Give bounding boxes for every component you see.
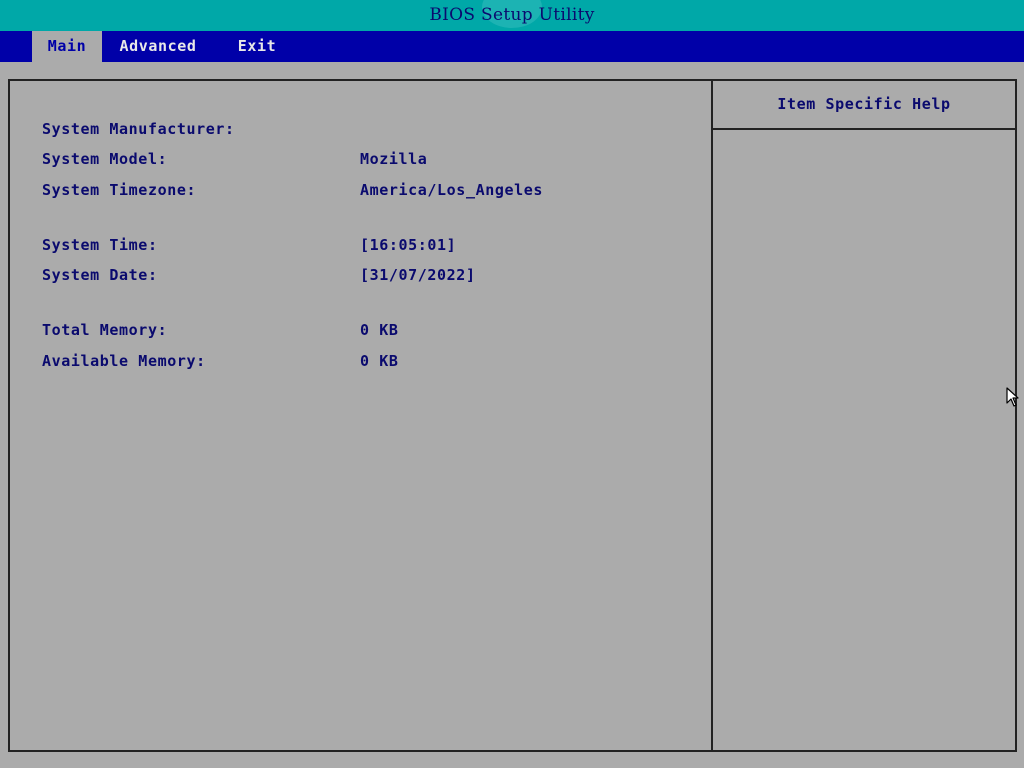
total-memory-label: Total Memory:: [42, 321, 168, 339]
tab-advanced[interactable]: Advanced: [110, 31, 206, 62]
help-panel: Item Specific Help: [711, 79, 1017, 752]
window-title: BIOS Setup Utility: [429, 5, 595, 25]
available-memory-label: Available Memory:: [42, 352, 206, 370]
system-model-label: System Model:: [42, 150, 168, 168]
available-memory-value: 0 KB: [360, 352, 399, 370]
mouse-pointer-icon: [1006, 387, 1019, 407]
title-bar: BIOS Setup Utility: [0, 0, 1024, 31]
system-date-label: System Date:: [42, 266, 158, 284]
system-date-field[interactable]: [31/07/2022]: [360, 265, 476, 285]
help-title: Item Specific Help: [713, 81, 1015, 130]
system-model-value: Mozilla: [360, 150, 428, 168]
system-time-label: System Time:: [42, 236, 158, 254]
total-memory-value: 0 KB: [360, 321, 399, 339]
help-text: [713, 130, 1015, 750]
main-settings-panel: System Manufacturer: System Model: Mozil…: [8, 79, 713, 752]
tab-exit[interactable]: Exit: [228, 31, 286, 62]
system-timezone-value: America/Los_Angeles: [360, 181, 543, 199]
tab-main[interactable]: Main: [32, 31, 102, 62]
system-time-field[interactable]: [16:05:01]: [360, 235, 456, 255]
system-timezone-label: System Timezone:: [42, 181, 197, 199]
menu-bar: Main Advanced Exit: [0, 31, 1024, 62]
system-manufacturer-label: System Manufacturer:: [42, 120, 235, 138]
